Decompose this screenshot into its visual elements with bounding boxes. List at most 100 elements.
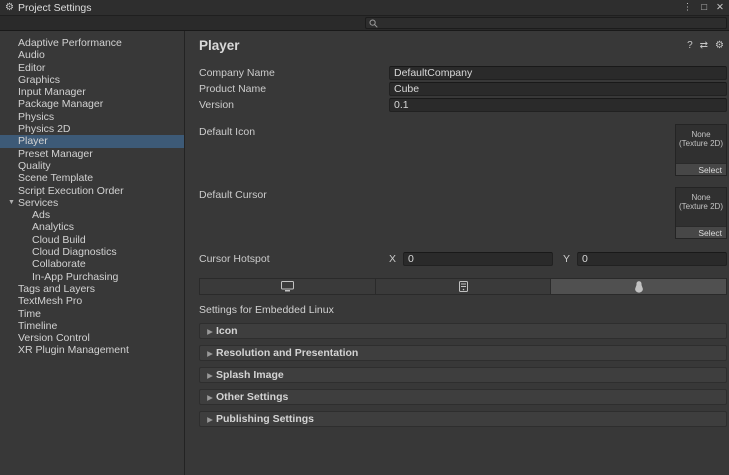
product-name-label: Product Name xyxy=(199,83,389,95)
default-cursor-row: Default Cursor None (Texture 2D) Select xyxy=(199,187,727,239)
sidebar-item-script-execution-order[interactable]: Script Execution Order xyxy=(0,185,184,197)
help-icon[interactable]: ? xyxy=(687,40,693,51)
sidebar-item-in-app-purchasing[interactable]: In-App Purchasing xyxy=(0,271,184,283)
sidebar-item-services[interactable]: ▼Services xyxy=(0,197,184,209)
sidebar-item-ads[interactable]: Ads xyxy=(0,209,184,221)
default-cursor-select-button[interactable]: Select xyxy=(676,226,726,238)
property-row-version: Version xyxy=(199,97,727,113)
sidebar-item-audio[interactable]: Audio xyxy=(0,49,184,61)
section-other-settings[interactable]: ▶Other Settings xyxy=(199,389,727,405)
sidebar-item-label: Preset Manager xyxy=(18,148,93,160)
sidebar-item-cloud-build[interactable]: Cloud Build xyxy=(0,234,184,246)
page-title: Player xyxy=(199,38,240,53)
sidebar-item-cloud-diagnostics[interactable]: Cloud Diagnostics xyxy=(0,246,184,258)
default-icon-value: None xyxy=(676,130,726,139)
company-name-label: Company Name xyxy=(199,67,389,79)
search-input[interactable] xyxy=(381,18,723,29)
platform-tabs xyxy=(199,278,727,295)
sidebar-item-preset-manager[interactable]: Preset Manager xyxy=(0,148,184,160)
sidebar-item-tags-and-layers[interactable]: Tags and Layers xyxy=(0,283,184,295)
sidebar-item-xr-plugin-management[interactable]: XR Plugin Management xyxy=(0,344,184,356)
default-icon-object-field[interactable]: None (Texture 2D) Select xyxy=(675,124,727,176)
sidebar-item-label: Ads xyxy=(32,209,50,221)
sidebar-item-collaborate[interactable]: Collaborate xyxy=(0,258,184,270)
section-splash-image[interactable]: ▶Splash Image xyxy=(199,367,727,383)
sidebar-item-scene-template[interactable]: Scene Template xyxy=(0,172,184,184)
window-title: Project Settings xyxy=(18,2,92,14)
cursor-hotspot-label: Cursor Hotspot xyxy=(199,253,389,265)
sidebar-item-label: XR Plugin Management xyxy=(18,344,129,356)
property-row-company-name: Company Name xyxy=(199,65,727,81)
sidebar-item-graphics[interactable]: Graphics xyxy=(0,74,184,86)
sidebar-item-timeline[interactable]: Timeline xyxy=(0,320,184,332)
section-publishing-settings[interactable]: ▶Publishing Settings xyxy=(199,411,727,427)
close-icon[interactable]: ✕ xyxy=(716,1,724,15)
search-box[interactable] xyxy=(365,17,727,29)
default-cursor-object-field[interactable]: None (Texture 2D) Select xyxy=(675,187,727,239)
sidebar-item-player[interactable]: Player xyxy=(0,135,184,147)
sidebar-item-label: Package Manager xyxy=(18,98,103,110)
sidebar-item-analytics[interactable]: Analytics xyxy=(0,221,184,233)
product-name-input[interactable] xyxy=(389,82,727,96)
sidebar-item-time[interactable]: Time xyxy=(0,308,184,320)
sidebar-item-label: Player xyxy=(18,135,48,147)
sidebar-item-adaptive-performance[interactable]: Adaptive Performance xyxy=(0,37,184,49)
sidebar-item-physics[interactable]: Physics xyxy=(0,111,184,123)
presets-icon[interactable]: ⇄ xyxy=(700,40,708,51)
titlebar: ⚙ Project Settings ⋮ □ ✕ xyxy=(0,0,729,16)
default-cursor-label: Default Cursor xyxy=(199,187,389,201)
main-panel: Player ? ⇄ ⚙ Company Name Product Name Ver… xyxy=(185,31,729,475)
sidebar-item-version-control[interactable]: Version Control xyxy=(0,332,184,344)
sidebar-item-editor[interactable]: Editor xyxy=(0,62,184,74)
foldout-arrow-icon[interactable]: ▼ xyxy=(5,197,18,209)
hotspot-y-input[interactable] xyxy=(577,252,727,266)
sidebar-item-label: Version Control xyxy=(18,332,90,344)
main-header: Player ? ⇄ ⚙ xyxy=(199,38,727,53)
header-icons: ? ⇄ ⚙ xyxy=(687,40,727,51)
sidebar-item-label: Editor xyxy=(18,62,45,74)
version-input[interactable] xyxy=(389,98,727,112)
sidebar-item-label: Quality xyxy=(18,160,51,172)
cursor-hotspot-row: Cursor Hotspot X Y xyxy=(199,251,727,267)
tab-desktop[interactable] xyxy=(200,279,376,294)
foldout-arrow-icon: ▶ xyxy=(204,349,216,358)
window-gear-icon: ⚙ xyxy=(5,2,14,13)
sidebar-item-package-manager[interactable]: Package Manager xyxy=(0,98,184,110)
window-menu-icon[interactable]: ⋮ xyxy=(683,1,693,15)
tab-dedicated-server[interactable] xyxy=(376,279,552,294)
search-toolbar xyxy=(0,16,729,31)
section-resolution-and-presentation[interactable]: ▶Resolution and Presentation xyxy=(199,345,727,361)
desktop-icon xyxy=(281,281,294,292)
sidebar-item-label: Analytics xyxy=(32,221,74,233)
foldout-arrow-icon: ▶ xyxy=(204,371,216,380)
embedded-linux-penguin-icon xyxy=(634,281,644,293)
company-name-input[interactable] xyxy=(389,66,727,80)
sidebar-item-label: TextMesh Pro xyxy=(18,295,82,307)
section-label: Resolution and Presentation xyxy=(216,347,358,359)
foldout-arrow-icon: ▶ xyxy=(204,393,216,402)
section-icon[interactable]: ▶Icon xyxy=(199,323,727,339)
sidebar-item-physics-2d[interactable]: Physics 2D xyxy=(0,123,184,135)
tab-embedded-linux[interactable] xyxy=(551,279,726,294)
sidebar-item-label: Script Execution Order xyxy=(18,185,124,197)
hotspot-y-label: Y xyxy=(563,253,577,265)
sidebar-item-label: Tags and Layers xyxy=(18,283,95,295)
default-cursor-type: (Texture 2D) xyxy=(676,202,726,211)
project-settings-window: ⚙ Project Settings ⋮ □ ✕ Adaptive Perfor… xyxy=(0,0,729,475)
default-icon-select-button[interactable]: Select xyxy=(676,163,726,175)
sidebar-item-label: Scene Template xyxy=(18,172,93,184)
sidebar-item-textmesh-pro[interactable]: TextMesh Pro xyxy=(0,295,184,307)
dedicated-server-icon xyxy=(458,281,469,292)
hotspot-x-input[interactable] xyxy=(403,252,553,266)
gear-icon[interactable]: ⚙ xyxy=(715,40,724,51)
sidebar-item-label: Graphics xyxy=(18,74,60,86)
maximize-icon[interactable]: □ xyxy=(701,1,707,15)
settings-sections: ▶Icon▶Resolution and Presentation▶Splash… xyxy=(199,323,727,433)
sidebar-item-quality[interactable]: Quality xyxy=(0,160,184,172)
sidebar: Adaptive PerformanceAudioEditorGraphicsI… xyxy=(0,31,185,475)
sidebar-item-label: Cloud Build xyxy=(32,234,86,246)
foldout-arrow-icon: ▶ xyxy=(204,415,216,424)
settings-for-platform-header: Settings for Embedded Linux xyxy=(199,304,727,316)
sidebar-item-input-manager[interactable]: Input Manager xyxy=(0,86,184,98)
hotspot-x-label: X xyxy=(389,253,403,265)
